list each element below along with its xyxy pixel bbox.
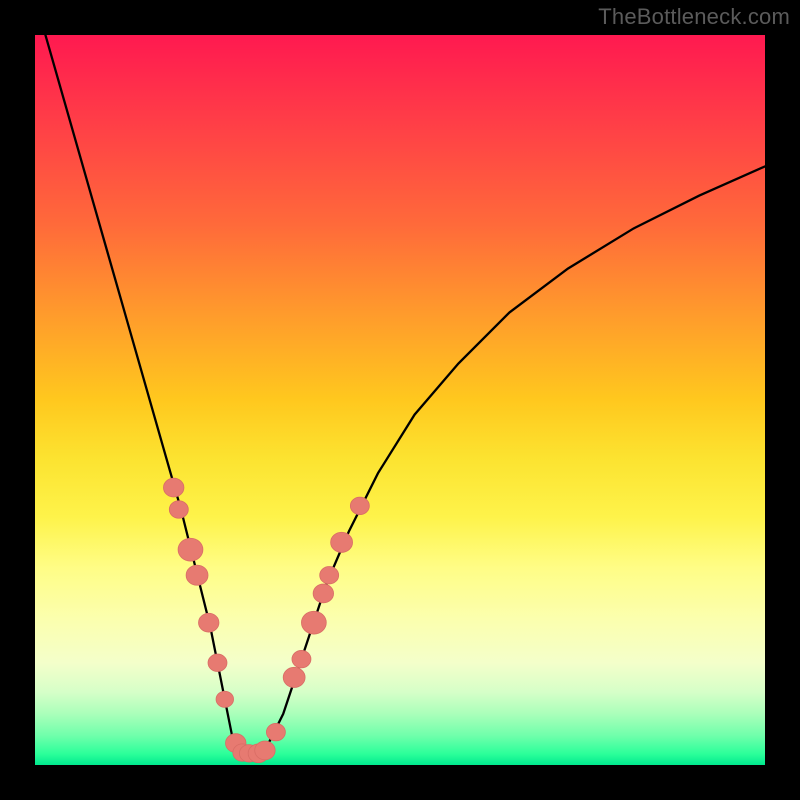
curve-marker (266, 723, 285, 740)
curve-marker (320, 566, 339, 583)
watermark-text: TheBottleneck.com (598, 4, 790, 30)
curve-marker (301, 611, 326, 634)
curve-marker (199, 613, 219, 632)
curve-marker (169, 501, 188, 518)
plot-area (35, 35, 765, 765)
curve-marker (255, 741, 275, 760)
bottleneck-curve (35, 35, 765, 753)
curve-marker (350, 497, 369, 514)
curve-markers (163, 478, 369, 763)
curve-marker (186, 565, 208, 585)
curve-marker (283, 667, 305, 687)
chart-frame: TheBottleneck.com (0, 0, 800, 800)
curve-marker (313, 584, 333, 603)
curve-marker (331, 532, 353, 552)
curve-marker (216, 691, 234, 707)
curve-marker (178, 538, 203, 561)
curve-marker (208, 654, 227, 671)
curve-marker (292, 650, 311, 667)
chart-svg (35, 35, 765, 765)
curve-marker (163, 478, 183, 497)
